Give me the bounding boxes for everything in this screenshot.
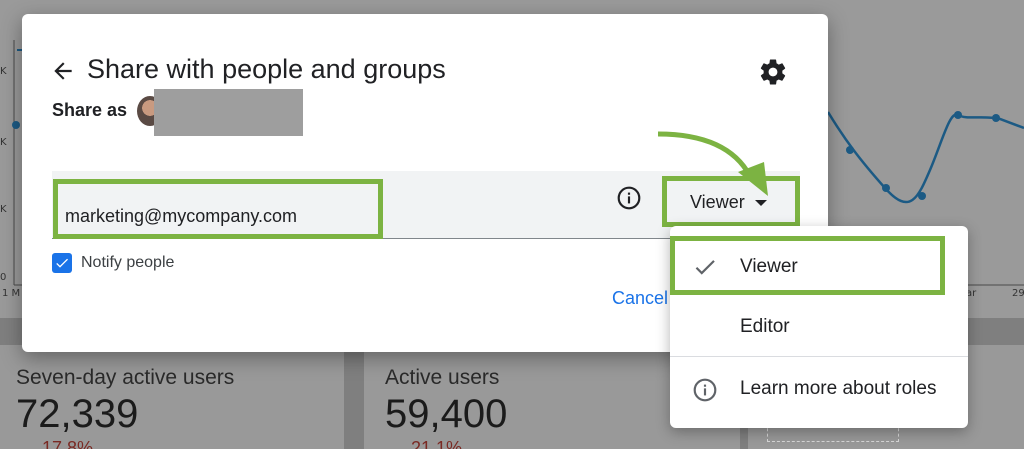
menu-item-editor[interactable]: Editor — [670, 296, 968, 356]
email-field[interactable]: marketing@mycompany.com — [65, 206, 297, 227]
x-axis-label: 29 — [1012, 288, 1024, 299]
dialog-title: Share with people and groups — [87, 54, 446, 84]
role-menu: Viewer Editor Learn more about roles — [670, 226, 968, 428]
back-arrow-icon[interactable] — [50, 58, 76, 84]
metric-value: 72,339 — [16, 392, 139, 436]
redacted-name — [154, 89, 303, 136]
axis-label: K — [0, 137, 7, 148]
info-icon[interactable] — [616, 185, 642, 211]
metric-delta: 17.8% — [42, 438, 94, 449]
notify-people-checkbox[interactable] — [52, 253, 72, 273]
menu-divider — [670, 356, 968, 357]
metric-label: Seven-day active users — [16, 366, 235, 389]
checkmark-icon — [56, 258, 68, 268]
axis-label: K — [0, 204, 7, 215]
annotation-arrow — [657, 131, 768, 196]
axis-label: K — [0, 66, 7, 77]
check-icon — [695, 260, 715, 275]
cancel-button[interactable]: Cancel — [612, 288, 668, 309]
info-icon — [693, 378, 717, 402]
notify-people-label: Notify people — [81, 254, 175, 271]
metric-value: 59,400 — [385, 392, 508, 436]
metric-delta: 21.1% — [411, 438, 463, 449]
menu-item-label: Editor — [740, 316, 790, 337]
notify-people-row: Notify people — [52, 253, 174, 273]
menu-item-label: Learn more about roles — [740, 378, 937, 399]
axis-label: 0 — [0, 272, 7, 283]
metric-label: Active users — [385, 366, 500, 389]
share-as-label: Share as — [52, 100, 128, 120]
gear-icon[interactable] — [758, 57, 788, 87]
x-axis-label: 1 M — [2, 288, 21, 299]
